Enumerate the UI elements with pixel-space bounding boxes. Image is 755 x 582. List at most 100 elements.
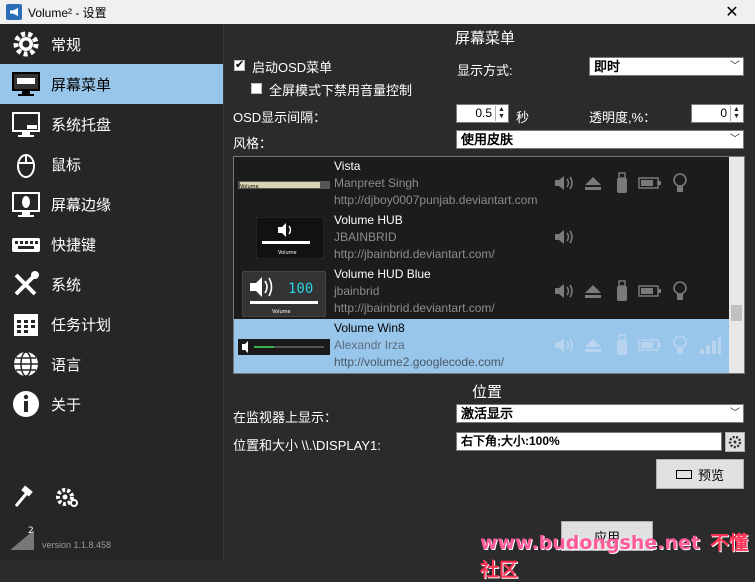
interval-label: OSD显示间隔： — [233, 110, 327, 125]
skin-row[interactable]: Volume Vista Manpreet Singh http://djboy… — [234, 157, 730, 211]
sidebar-item-tray[interactable]: 系统托盘 — [0, 104, 223, 144]
battery-icon — [638, 333, 662, 357]
skin-list-scrollbar[interactable] — [729, 157, 744, 373]
sidebar-item-mouse[interactable]: 鼠标 — [0, 144, 223, 184]
chevron-down-icon: ﹀ — [730, 134, 740, 145]
preview-button[interactable]: 预览 — [656, 459, 744, 489]
skin-name: Volume HUB — [334, 213, 403, 227]
speaker-icon — [552, 171, 576, 195]
sidebar-item-label: 语言 — [51, 356, 82, 374]
version-text: version 1.1.8.458 — [42, 540, 112, 550]
preview-button-label: 预览 — [697, 467, 724, 483]
position-size-field[interactable]: 右下角;大小:100% — [456, 432, 722, 451]
skin-row[interactable]: Volume Volume HUB JBAINBRID http://jbain… — [234, 211, 730, 265]
style-label: 风格： — [233, 136, 273, 151]
tools-icon — [10, 268, 42, 300]
position-section-title: 位置 — [472, 384, 503, 401]
volume-logo-icon: 2 — [10, 526, 34, 550]
hammer-icon[interactable] — [10, 484, 36, 510]
fullscreen-disable-checkbox[interactable] — [251, 83, 262, 94]
globe-icon — [10, 348, 42, 380]
svg-text:100: 100 — [288, 281, 313, 297]
fullscreen-disable-label: 全屏模式下禁用音量控制 — [269, 83, 413, 98]
sidebar-item-label: 系统 — [51, 276, 82, 294]
usb-drive-icon — [610, 279, 634, 303]
speaker-icon — [552, 225, 576, 249]
size-label: 位置和大小 \\.\DISPLAY1: — [233, 438, 381, 453]
sidebar-footer — [10, 484, 80, 510]
style-value: 使用皮肤 — [461, 132, 514, 147]
gear-icon — [10, 28, 42, 60]
skin-list[interactable]: Volume Vista Manpreet Singh http://djboy… — [233, 156, 745, 374]
interval-unit: 秒 — [516, 110, 530, 125]
skin-author: jbainbrid — [334, 284, 380, 298]
interval-stepper[interactable]: 0.5 ▲ ▼ — [456, 104, 509, 123]
position-size-value: 右下角;大小:100% — [461, 434, 560, 448]
skin-url: http://jbainbrid.deviantart.com/ — [334, 247, 495, 261]
sidebar-item-general[interactable]: 常规 — [0, 24, 223, 64]
sidebar-item-hotkeys[interactable]: 快捷键 — [0, 224, 223, 264]
transparency-stepper[interactable]: 0 ▲ ▼ — [691, 104, 744, 123]
scrollbar-thumb[interactable] — [731, 305, 742, 321]
sidebar-item-label: 快捷键 — [51, 236, 97, 254]
sidebar-item-label: 任务计划 — [51, 316, 112, 334]
spin-arrows-icon[interactable]: ▲ ▼ — [730, 106, 742, 121]
skin-author: JBAINBRID — [334, 230, 397, 244]
position-settings-button[interactable] — [725, 432, 745, 452]
sidebar: 常规 屏幕菜单 系统托盘 鼠标 屏幕边缘 快捷键 系统 任务计划 语言 关于 2… — [0, 24, 224, 560]
display-mode-select[interactable]: 即时 ﹀ — [589, 57, 744, 76]
skin-url: http://jbainbrid.deviantart.com/ — [334, 301, 495, 315]
skin-name: Volume HUD Blue — [334, 267, 431, 281]
keyboard-icon — [10, 228, 42, 260]
sidebar-item-scheduler[interactable]: 任务计划 — [0, 304, 223, 344]
style-select[interactable]: 使用皮肤 ﹀ — [456, 130, 744, 149]
sidebar-item-about[interactable]: 关于 — [0, 384, 223, 424]
sidebar-item-osd[interactable]: 屏幕菜单 — [0, 64, 223, 104]
skin-author: Alexandr Irza — [334, 338, 405, 352]
sidebar-item-label: 鼠标 — [51, 156, 82, 174]
calendar-icon — [10, 308, 42, 340]
lightbulb-icon — [668, 171, 692, 195]
display-mode-label: 显示方式: — [457, 63, 513, 78]
skin-author: Manpreet Singh — [334, 176, 419, 190]
sidebar-item-label: 关于 — [51, 396, 82, 414]
skin-url: http://volume2.googlecode.com/ — [334, 355, 505, 369]
svg-text:Volume: Volume — [278, 250, 297, 256]
signal-bars-icon — [698, 333, 722, 357]
sidebar-item-language[interactable]: 语言 — [0, 344, 223, 384]
chevron-down-icon: ﹀ — [730, 408, 740, 419]
battery-icon — [638, 279, 662, 303]
chevron-down-icon: ﹀ — [730, 61, 740, 72]
close-button[interactable]: ✕ — [709, 0, 755, 24]
battery-icon — [638, 171, 662, 195]
skin-name: Vista — [334, 159, 361, 173]
skin-row-selected[interactable]: Volume Win8 Alexandr Irza http://volume2… — [234, 319, 730, 373]
sidebar-item-label: 屏幕边缘 — [51, 196, 112, 214]
spin-arrows-icon[interactable]: ▲ ▼ — [495, 106, 507, 121]
speaker-icon — [552, 333, 576, 357]
sidebar-item-label: 屏幕菜单 — [51, 76, 112, 94]
osd-enable-label: 启动OSD菜单 — [252, 60, 333, 75]
skin-preview: Volume — [255, 216, 325, 260]
eject-icon — [581, 171, 605, 195]
skin-preview: 100 Volume — [241, 270, 327, 318]
skin-row[interactable]: 100 Volume Volume HUD Blue jbainbrid http… — [234, 265, 730, 319]
eject-icon — [581, 333, 605, 357]
skin-preview — [238, 325, 330, 367]
version-area: 2 version 1.1.8.458 — [8, 524, 218, 554]
interval-value: 0.5 — [475, 106, 492, 120]
osd-enable-checkbox[interactable] — [234, 58, 245, 71]
monitor-value: 激活显示 — [461, 406, 514, 421]
lightbulb-icon — [668, 333, 692, 357]
settings-gear-icon[interactable] — [54, 484, 80, 510]
skin-preview: Volume — [238, 163, 330, 205]
sidebar-item-system[interactable]: 系统 — [0, 264, 223, 304]
svg-text:2: 2 — [28, 526, 34, 536]
sidebar-item-screen-edge[interactable]: 屏幕边缘 — [0, 184, 223, 224]
sidebar-item-label: 系统托盘 — [51, 116, 112, 134]
monitor-select[interactable]: 激活显示 ﹀ — [456, 404, 744, 423]
main-panel: 屏幕菜单 启动OSD菜单 全屏模式下禁用音量控制 显示方式: 即时 ﹀ OSD显… — [225, 24, 755, 560]
info-icon — [10, 388, 42, 420]
osd-section-title: 屏幕菜单 — [455, 30, 516, 47]
title-bar: Volume² - 设置 ✕ — [0, 0, 755, 24]
